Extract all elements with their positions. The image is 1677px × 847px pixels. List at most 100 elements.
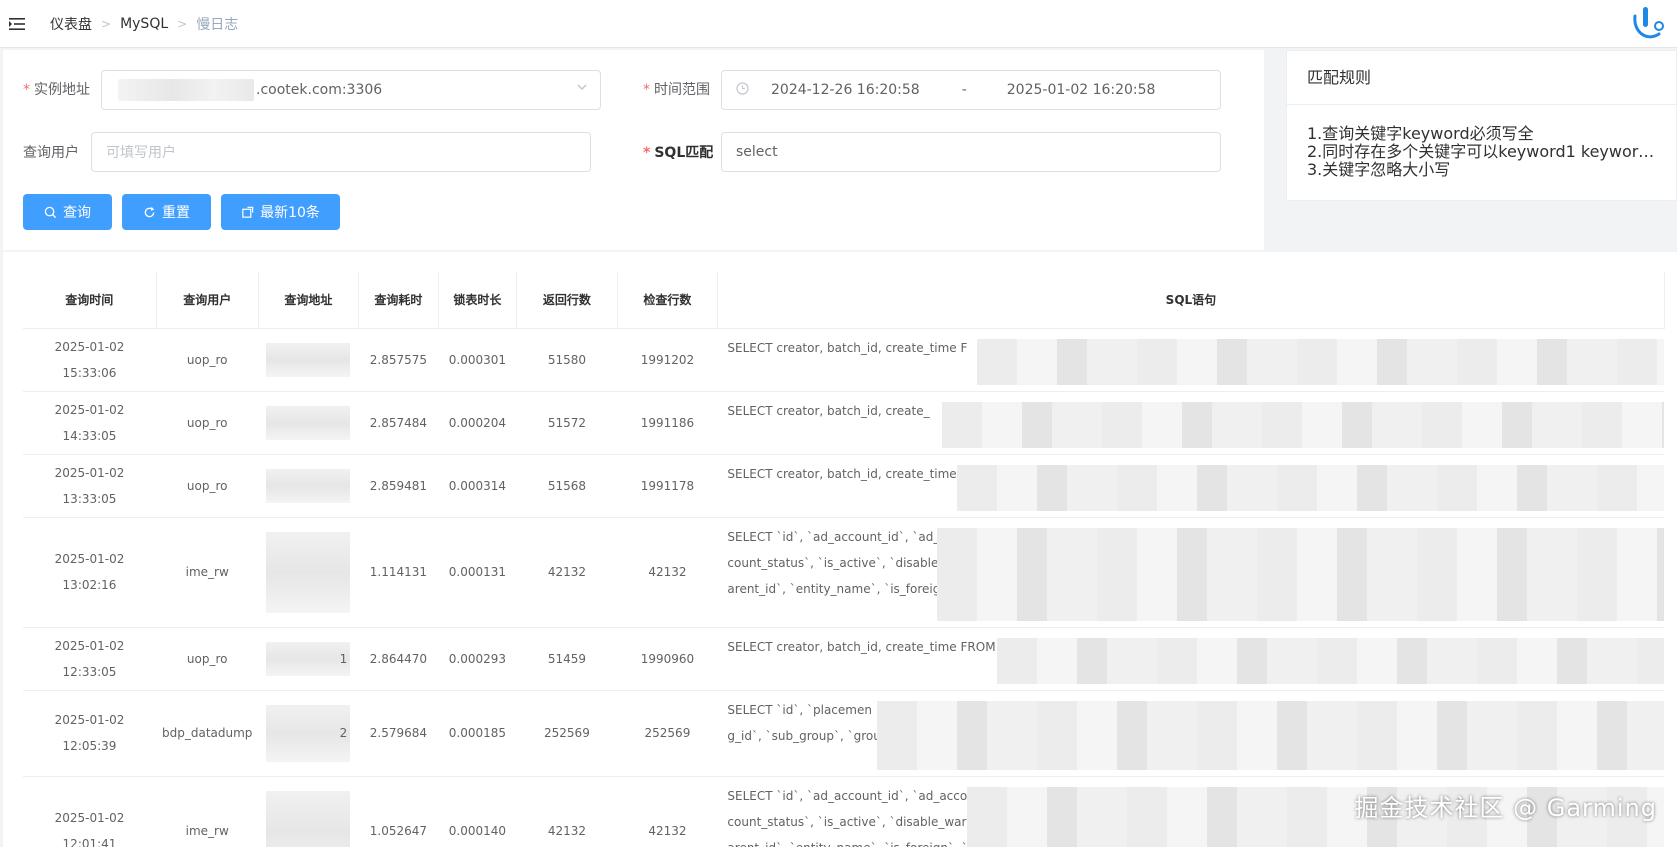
breadcrumb-dashboard[interactable]: 仪表盘 <box>50 14 92 34</box>
col-header-returned[interactable]: 返回行数 <box>516 272 618 329</box>
cell-returned: 51459 <box>516 627 618 691</box>
search-icon <box>44 206 57 218</box>
cell-addr: 1 <box>258 627 359 691</box>
cell-returned: 42132 <box>516 776 618 847</box>
cell-returned: 252569 <box>516 690 618 777</box>
app-root: 仪表盘 > MySQL > 慢日志 * 实例地址 .cootek.com:3306… <box>0 0 1677 847</box>
col-header-examined[interactable]: 检查行数 <box>617 272 718 329</box>
sql-match-label: * SQL匹配 <box>643 145 714 161</box>
breadcrumb-separator: > <box>177 16 188 31</box>
redacted-address <box>266 704 351 762</box>
cell-returned: 51572 <box>516 391 618 455</box>
col-header-time[interactable]: 查询时间 <box>23 272 157 329</box>
cell-time: 2025-01-02 13:02:16 <box>23 517 156 628</box>
cell-lock: 0.000185 <box>438 690 517 777</box>
cell-sql[interactable]: SELECT creator, batch_id, create_time F <box>717 328 1665 392</box>
cell-time: 2025-01-02 15:33:06 <box>23 328 156 392</box>
menu-toggle-icon[interactable] <box>0 0 34 48</box>
cell-examined: 252569 <box>617 690 718 777</box>
cell-sql[interactable]: SELECT `id`, `ad_account_id`, `ad_a count… <box>717 517 1665 628</box>
filter-panel: * 实例地址 .cootek.com:3306 * 时间范围 2024-12-26 … <box>3 50 1264 250</box>
cell-time: 2025-01-02 13:33:05 <box>23 454 156 518</box>
rule-line: 3.关键字忽略大小写 <box>1307 161 1451 179</box>
instance-select[interactable]: .cootek.com:3306 <box>101 70 601 110</box>
col-header-cost[interactable]: 查询耗时 <box>358 272 439 329</box>
table-header-row: 查询时间 查询用户 查询地址 查询耗时 锁表时长 返回行数 检查行数 SQL语句 <box>23 272 1665 329</box>
table-row[interactable]: 2025-01-02 13:33:05 uop_ro 2.859481 0.00031… <box>23 454 1665 518</box>
cell-time: 2025-01-02 14:33:05 <box>23 391 156 455</box>
cell-user: ime_rw <box>156 517 259 628</box>
cell-returned: 42132 <box>516 517 618 628</box>
cell-cost: 2.859481 <box>358 454 439 518</box>
top-bar: 仪表盘 > MySQL > 慢日志 <box>0 0 1677 48</box>
col-header-user[interactable]: 查询用户 <box>156 272 259 329</box>
cell-cost: 1.114131 <box>358 517 439 628</box>
cell-returned: 51568 <box>516 454 618 518</box>
cell-sql[interactable]: SELECT `id`, `placemen g_id`, `sub_group`… <box>717 690 1665 777</box>
cell-sql[interactable]: SELECT creator, batch_id, create_time <box>717 454 1665 518</box>
time-range-start[interactable]: 2024-12-26 16:20:58 <box>771 82 920 98</box>
breadcrumb-slowlog: 慢日志 <box>196 16 239 33</box>
cell-user: uop_ro <box>156 627 259 691</box>
time-range-picker[interactable]: 2024-12-26 16:20:58 - 2025-01-02 16:20:5… <box>721 70 1221 110</box>
instance-value: .cootek.com:3306 <box>256 82 383 98</box>
breadcrumb: 仪表盘 > MySQL > 慢日志 <box>50 14 238 34</box>
cell-addr <box>258 776 359 847</box>
search-button[interactable]: 查询 <box>23 194 112 230</box>
cell-user: uop_ro <box>156 454 259 518</box>
cell-sql[interactable]: SELECT creator, batch_id, create_time FR… <box>717 627 1665 691</box>
cell-addr <box>258 391 359 455</box>
table-body: 2025-01-02 15:33:06 uop_ro 2.857575 0.00030… <box>23 328 1665 847</box>
breadcrumb-mysql[interactable]: MySQL <box>120 16 168 32</box>
redacted-sql <box>997 637 1665 684</box>
redacted-sql <box>937 527 1665 621</box>
time-range-end[interactable]: 2025-01-02 16:20:58 <box>1007 82 1156 98</box>
cell-cost: 2.864470 <box>358 627 439 691</box>
reset-button[interactable]: 重置 <box>122 194 211 230</box>
cell-examined: 1991202 <box>617 328 718 392</box>
table-row[interactable]: 2025-01-02 12:33:05 uop_ro 1 2.864470 0.0002… <box>23 627 1665 691</box>
redacted-host <box>118 79 254 101</box>
table-row[interactable]: 2025-01-02 13:02:16 ime_rw 1.114131 0.00013… <box>23 517 1665 628</box>
cell-examined: 42132 <box>617 776 718 847</box>
breadcrumb-separator: > <box>101 16 112 31</box>
watermark: 掘金技术社区 @ Garming <box>1354 794 1657 822</box>
cell-addr <box>258 328 359 392</box>
cell-examined: 1990960 <box>617 627 718 691</box>
query-user-placeholder: 可填写用户 <box>106 145 176 161</box>
avatar[interactable] <box>1629 4 1667 44</box>
query-user-input[interactable]: 可填写用户 <box>91 132 591 172</box>
redacted-address <box>266 790 351 847</box>
redacted-sql <box>942 401 1665 448</box>
redacted-address <box>266 641 351 676</box>
cell-cost: 1.052647 <box>358 776 439 847</box>
redacted-address <box>266 468 351 503</box>
cell-lock: 0.000293 <box>438 627 517 691</box>
cell-examined: 1991178 <box>617 454 718 518</box>
external-link-icon <box>242 206 254 218</box>
table-row[interactable]: 2025-01-02 15:33:06 uop_ro 2.857575 0.00030… <box>23 328 1665 392</box>
cell-user: uop_ro <box>156 391 259 455</box>
cell-time: 2025-01-02 12:01:41 <box>23 776 156 847</box>
col-header-lock[interactable]: 锁表时长 <box>438 272 517 329</box>
redacted-sql <box>877 700 1665 770</box>
clock-icon <box>736 81 749 99</box>
cell-lock: 0.000314 <box>438 454 517 518</box>
chevron-down-icon <box>576 81 588 97</box>
cell-sql[interactable]: SELECT creator, batch_id, create_ <box>717 391 1665 455</box>
cell-examined: 42132 <box>617 517 718 628</box>
rule-line: 1.查询关键字keyword必须写全 <box>1307 125 1534 143</box>
cell-time: 2025-01-02 12:33:05 <box>23 627 156 691</box>
cell-time: 2025-01-02 12:05:39 <box>23 690 156 777</box>
sql-match-input[interactable]: select <box>721 132 1221 172</box>
table-row[interactable]: 2025-01-02 14:33:05 uop_ro 2.857484 0.00020… <box>23 391 1665 455</box>
redacted-sql <box>957 464 1665 511</box>
table-row[interactable]: 2025-01-02 12:05:39 bdp_datadump 2 2.579684… <box>23 690 1665 777</box>
slowlog-table-panel: 查询时间 查询用户 查询地址 查询耗时 锁表时长 返回行数 检查行数 SQL语句… <box>3 252 1677 847</box>
col-header-sql[interactable]: SQL语句 <box>717 272 1665 329</box>
latest-10-button[interactable]: 最新10条 <box>221 194 340 230</box>
cell-user: ime_rw <box>156 776 259 847</box>
col-header-address[interactable]: 查询地址 <box>258 272 359 329</box>
slowlog-table: 查询时间 查询用户 查询地址 查询耗时 锁表时长 返回行数 检查行数 SQL语句… <box>23 272 1665 847</box>
rule-line: 2.同时存在多个关键字可以keyword1 keyword2 ... <box>1307 143 1656 161</box>
